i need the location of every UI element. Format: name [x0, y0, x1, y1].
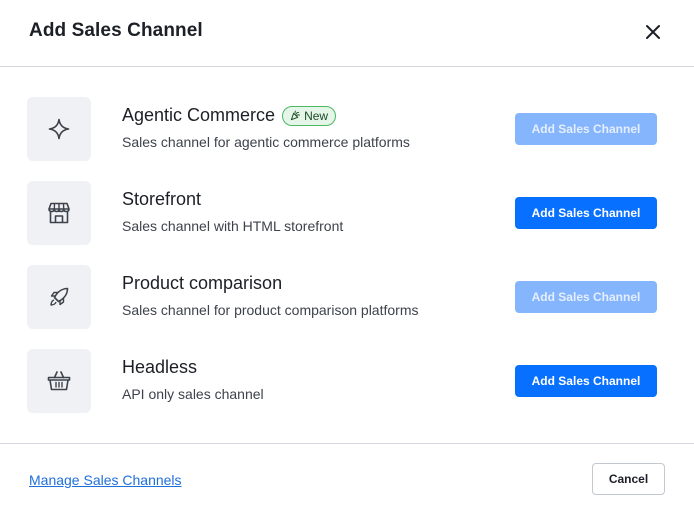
channel-title-text: Agentic Commerce — [122, 105, 276, 125]
add-sales-channel-button[interactable]: Add Sales Channel — [515, 365, 657, 397]
close-button[interactable] — [641, 20, 665, 44]
dialog-header: Add Sales Channel — [0, 0, 694, 67]
add-sales-channel-button[interactable]: Add Sales Channel — [515, 197, 657, 229]
basket-icon — [47, 371, 71, 391]
channel-title: Storefront — [122, 189, 201, 210]
list-item: Product comparison Sales channel for pro… — [0, 235, 694, 329]
list-item: Agentic Commerce New Sales channel for a… — [0, 67, 694, 161]
channel-description: Sales channel with HTML storefront — [122, 218, 344, 234]
channel-title: Product comparison — [122, 273, 282, 294]
channel-description: Sales channel for product comparison pla… — [122, 302, 419, 318]
list-item: Headless API only sales channel Add Sale… — [0, 319, 694, 413]
add-sales-channel-button[interactable]: Add Sales Channel — [515, 113, 657, 145]
new-badge: New — [282, 105, 337, 126]
channel-title: Agentic Commerce New — [122, 105, 337, 126]
cancel-button[interactable]: Cancel — [592, 463, 665, 495]
dialog-title: Add Sales Channel — [29, 20, 203, 41]
add-sales-channel-dialog: Add Sales Channel Agentic Commerce New S… — [0, 0, 694, 512]
badge-label: New — [304, 108, 329, 123]
rocket-icon — [50, 287, 69, 306]
dialog-footer: Manage Sales Channels Cancel — [0, 443, 694, 512]
close-icon[interactable] — [645, 24, 661, 40]
list-item: Storefront Sales channel with HTML store… — [0, 151, 694, 245]
sparkle-icon — [48, 118, 70, 140]
channel-description: API only sales channel — [122, 386, 264, 402]
add-sales-channel-button[interactable]: Add Sales Channel — [515, 281, 657, 313]
channel-title-text: Product comparison — [122, 273, 283, 293]
storefront-icon — [48, 202, 70, 224]
channel-description: Sales channel for agentic commerce platf… — [122, 134, 410, 150]
channel-title: Headless — [122, 357, 197, 378]
channel-title-text: Storefront — [122, 189, 202, 209]
manage-sales-channels-link[interactable]: Manage Sales Channels — [29, 472, 182, 488]
party-popper-icon — [290, 110, 301, 121]
channel-title-text: Headless — [122, 357, 198, 377]
channel-icon-box — [27, 349, 91, 413]
